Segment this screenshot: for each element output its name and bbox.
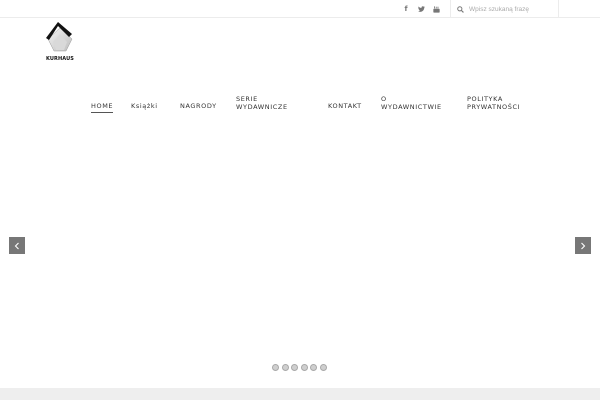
nav-item-privacy-line2: PRYWATNOŚCI [467, 103, 521, 111]
slider-dot[interactable] [300, 364, 308, 371]
twitter-icon [417, 6, 425, 12]
slider-dot[interactable] [319, 364, 327, 371]
hero-slider [0, 128, 600, 382]
top-bar: f [0, 0, 600, 18]
nav-item-home[interactable]: HOME [91, 102, 114, 113]
chevron-right-icon [581, 242, 586, 249]
twitter-link[interactable] [413, 0, 429, 18]
footer-band [0, 388, 600, 400]
facebook-link[interactable]: f [398, 0, 414, 18]
slider-dot[interactable] [291, 364, 298, 371]
nav-item-privacy-line1: POLITYKA [467, 95, 503, 103]
slider-dot[interactable] [281, 364, 289, 371]
nav-item-series-line1: SERIE [236, 95, 258, 103]
slider-prev-button[interactable] [9, 237, 25, 254]
nav-item-about-line2: WYDAWNICTWIE [381, 103, 442, 111]
nav-item-contact[interactable]: KONTAKT [328, 102, 362, 110]
slider-next-button[interactable] [575, 237, 591, 254]
logo-house-icon [46, 22, 73, 52]
site-logo[interactable]: KURHAUS [44, 20, 76, 64]
slider-dot[interactable] [310, 364, 317, 371]
nav-item-about-line1: O [381, 95, 387, 103]
slider-pagination [272, 364, 327, 371]
chevron-left-icon [14, 242, 19, 249]
facebook-icon: f [404, 5, 408, 13]
youtube-link[interactable] [428, 0, 444, 18]
search-input[interactable] [469, 1, 555, 17]
nav-item-series-line2: WYDAWNICZE [236, 103, 288, 111]
nav-item-series[interactable]: SERIE WYDAWNICZE [236, 95, 288, 111]
nav-item-privacy[interactable]: POLITYKA PRYWATNOŚCI [467, 95, 520, 111]
nav-item-about[interactable]: O WYDAWNICTWIE [381, 95, 442, 111]
slider-dot[interactable] [272, 364, 279, 371]
search-box [450, 0, 559, 18]
nav-item-awards[interactable]: NAGRODY [180, 102, 217, 110]
logo-text: KURHAUS [46, 56, 74, 62]
nav-item-books[interactable]: Książki [131, 102, 158, 110]
youtube-icon [432, 5, 440, 13]
search-icon[interactable] [451, 0, 469, 18]
